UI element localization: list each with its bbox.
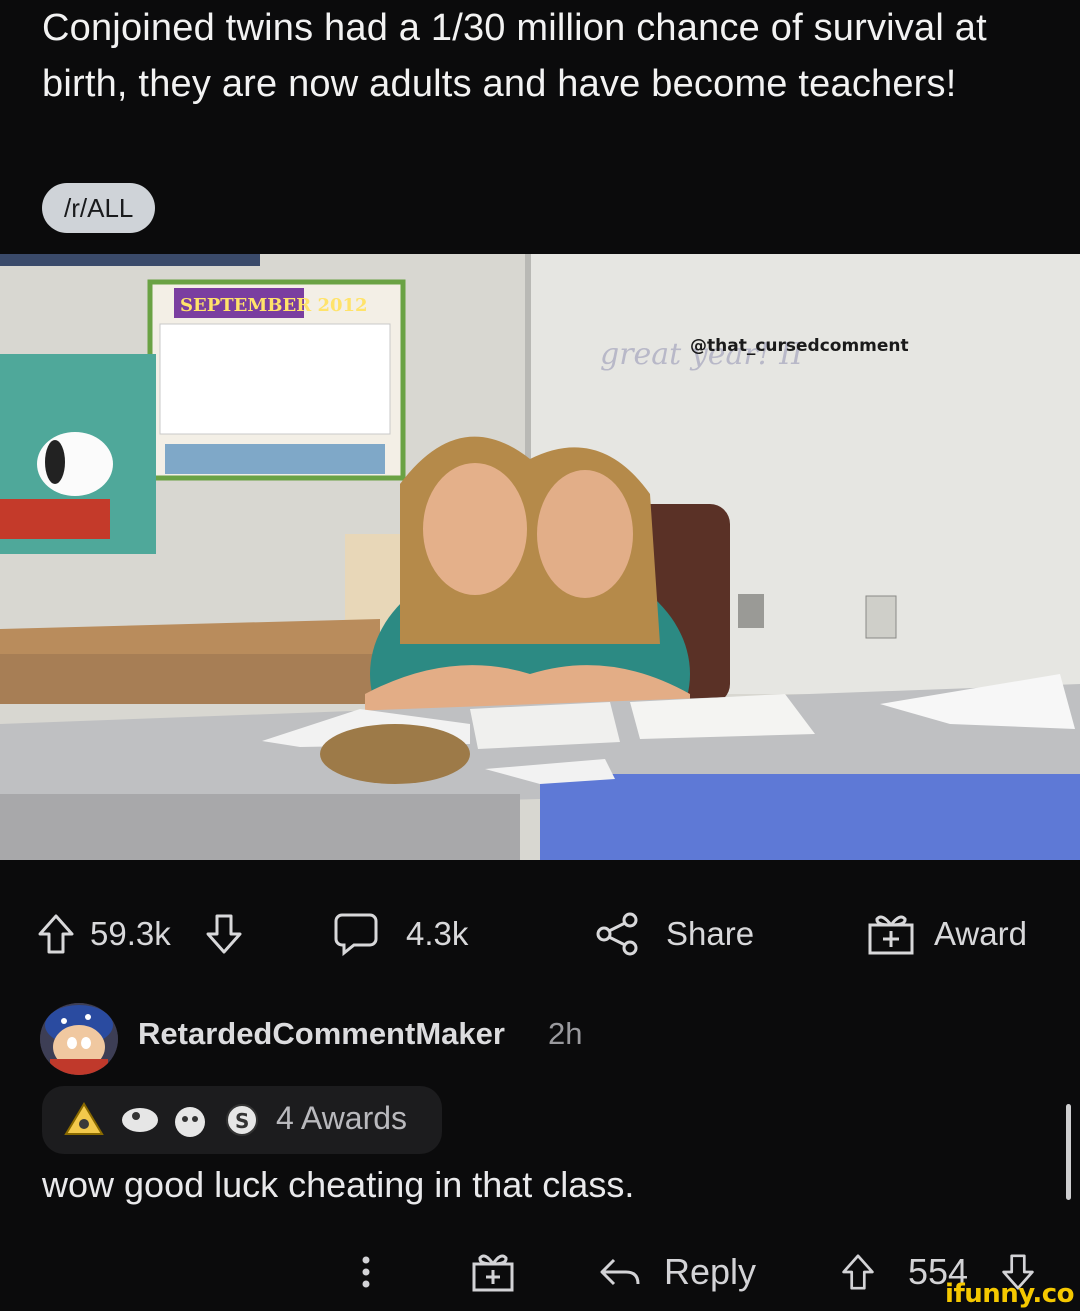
gold-award-icon <box>64 1102 104 1135</box>
reply-arrow-icon <box>600 1258 640 1286</box>
comment-timestamp: 2h <box>548 1016 583 1051</box>
comment-upvote-button[interactable] <box>840 1242 876 1302</box>
avatar-image <box>40 1003 118 1075</box>
post-image[interactable]: great year! II SEPTEMBER 2012 @that_curs… <box>0 254 1080 860</box>
gift-icon <box>868 915 914 955</box>
awards-count: 4 Awards <box>276 1100 408 1136</box>
comment-action-bar: Reply 554 <box>0 1242 1080 1311</box>
avatar[interactable] <box>40 1003 118 1075</box>
upvote-count: 59.3k <box>90 915 171 952</box>
subreddit-tag[interactable]: /r/ALL <box>42 183 156 233</box>
comment-count: 4.3k <box>406 915 469 952</box>
silver-award-icon: S <box>226 1104 258 1136</box>
calendar-header: SEPTEMBER 2012 <box>180 295 368 316</box>
gift-icon <box>472 1254 514 1292</box>
comment-award-button[interactable] <box>470 1242 516 1302</box>
post-title: Conjoined twins had a 1/30 million chanc… <box>42 7 987 105</box>
downvote-button[interactable] <box>204 896 244 972</box>
image-watermark: @that_cursedcomment <box>690 336 909 356</box>
wholesome-award-icon <box>122 1108 158 1132</box>
more-vertical-icon <box>362 1256 370 1288</box>
upvote-arrow-icon <box>38 914 74 954</box>
classroom-photo: great year! II SEPTEMBER 2012 <box>0 254 1080 860</box>
more-options-button[interactable] <box>354 1242 378 1302</box>
reply-label: Reply <box>664 1251 757 1292</box>
upvote-button[interactable] <box>36 896 76 972</box>
ifunny-watermark: ifunny.co <box>945 1279 1074 1309</box>
svg-text:S: S <box>235 1109 249 1133</box>
laughing-award-icon <box>175 1107 205 1137</box>
comment-author[interactable]: RetardedCommentMaker <box>138 1016 505 1052</box>
downvote-arrow-icon <box>206 914 242 954</box>
comments-button[interactable]: 4.3k <box>332 896 468 972</box>
upvote-arrow-icon <box>842 1254 874 1290</box>
award-icons: S <box>64 1102 258 1137</box>
comment-body: wow good luck cheating in that class. <box>42 1164 635 1205</box>
share-label: Share <box>666 915 755 952</box>
scrollbar[interactable] <box>1066 1104 1071 1200</box>
share-button[interactable]: Share <box>594 896 754 972</box>
reply-button[interactable]: Reply <box>598 1242 756 1302</box>
share-icon <box>596 912 638 956</box>
comment-bubble-icon <box>334 913 378 957</box>
award-label: Award <box>934 915 1027 952</box>
post-action-bar: 59.3k 4.3k Share Award <box>0 896 1080 972</box>
award-button[interactable]: Award <box>866 896 1027 972</box>
